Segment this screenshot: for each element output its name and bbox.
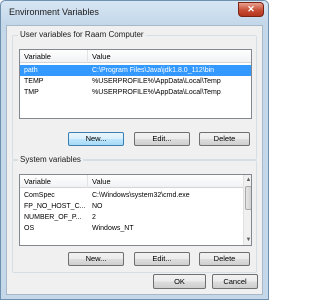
variable-cell: ComSpec: [24, 192, 55, 199]
system-new-button[interactable]: New...: [68, 252, 124, 266]
environment-variables-window: Environment Variables ✕ User variables f…: [0, 0, 269, 300]
table-row[interactable]: OS Windows_NT: [20, 223, 243, 234]
value-cell: NO: [92, 203, 103, 210]
column-header-value[interactable]: Value: [88, 50, 251, 63]
value-cell: %USERPROFILE%\AppData\Local\Temp: [92, 78, 221, 85]
system-edit-button[interactable]: Edit...: [134, 252, 190, 266]
scroll-up-icon[interactable]: ▲: [244, 175, 251, 185]
user-delete-button[interactable]: Delete: [199, 132, 250, 146]
variable-cell: path: [24, 67, 38, 74]
title-bar[interactable]: Environment Variables ✕: [1, 1, 268, 25]
system-variables-label: System variables: [18, 155, 83, 164]
table-row[interactable]: path C:\Program Files\Java\jdk1.8.0_112\…: [20, 65, 251, 76]
value-cell: C:\Program Files\Java\jdk1.8.0_112\bin: [92, 67, 215, 74]
variable-cell: FP_NO_HOST_C...: [24, 203, 86, 210]
system-variables-scrollbar[interactable]: ▲ ▼: [243, 175, 251, 245]
table-row[interactable]: TEMP %USERPROFILE%\AppData\Local\Temp: [20, 76, 251, 87]
table-row[interactable]: TMP %USERPROFILE%\AppData\Local\Temp: [20, 87, 251, 98]
cancel-button[interactable]: Cancel: [212, 274, 258, 289]
table-row[interactable]: FP_NO_HOST_C... NO: [20, 201, 243, 212]
value-cell: 2: [92, 214, 96, 221]
dialog-client-area: User variables for Raam Computer Variabl…: [6, 25, 263, 295]
column-header-variable[interactable]: Variable: [20, 175, 88, 188]
system-variables-list[interactable]: Variable Value ComSpec C:\Windows\system…: [19, 174, 252, 246]
window-title: Environment Variables: [9, 7, 99, 17]
column-header-variable[interactable]: Variable: [20, 50, 88, 63]
user-variables-group: User variables for Raam Computer Variabl…: [12, 30, 257, 160]
variable-cell: NUMBER_OF_P...: [24, 214, 82, 221]
close-button[interactable]: ✕: [238, 2, 264, 17]
ok-button[interactable]: OK: [153, 274, 206, 289]
value-cell: C:\Windows\system32\cmd.exe: [92, 192, 190, 199]
user-variables-header: Variable Value: [20, 50, 251, 63]
system-delete-button[interactable]: Delete: [199, 252, 250, 266]
column-header-value[interactable]: Value: [88, 175, 243, 188]
user-variables-list[interactable]: Variable Value path C:\Program Files\Jav…: [19, 49, 252, 119]
user-variables-label: User variables for Raam Computer: [18, 30, 146, 39]
scroll-thumb[interactable]: [245, 186, 251, 210]
table-row[interactable]: NUMBER_OF_P... 2: [20, 212, 243, 223]
table-row[interactable]: ComSpec C:\Windows\system32\cmd.exe: [20, 190, 243, 201]
system-variables-header: Variable Value: [20, 175, 243, 188]
value-cell: Windows_NT: [92, 225, 134, 232]
variable-cell: TEMP: [24, 78, 44, 85]
variable-cell: OS: [24, 225, 35, 232]
user-new-button[interactable]: New...: [68, 132, 124, 146]
value-cell: %USERPROFILE%\AppData\Local\Temp: [92, 89, 221, 96]
system-variables-group: System variables Variable Value ComSpec …: [12, 155, 257, 273]
close-icon: ✕: [247, 4, 255, 14]
user-edit-button[interactable]: Edit...: [134, 132, 190, 146]
scroll-down-icon[interactable]: ▼: [244, 235, 251, 245]
variable-cell: TMP: [24, 89, 39, 96]
